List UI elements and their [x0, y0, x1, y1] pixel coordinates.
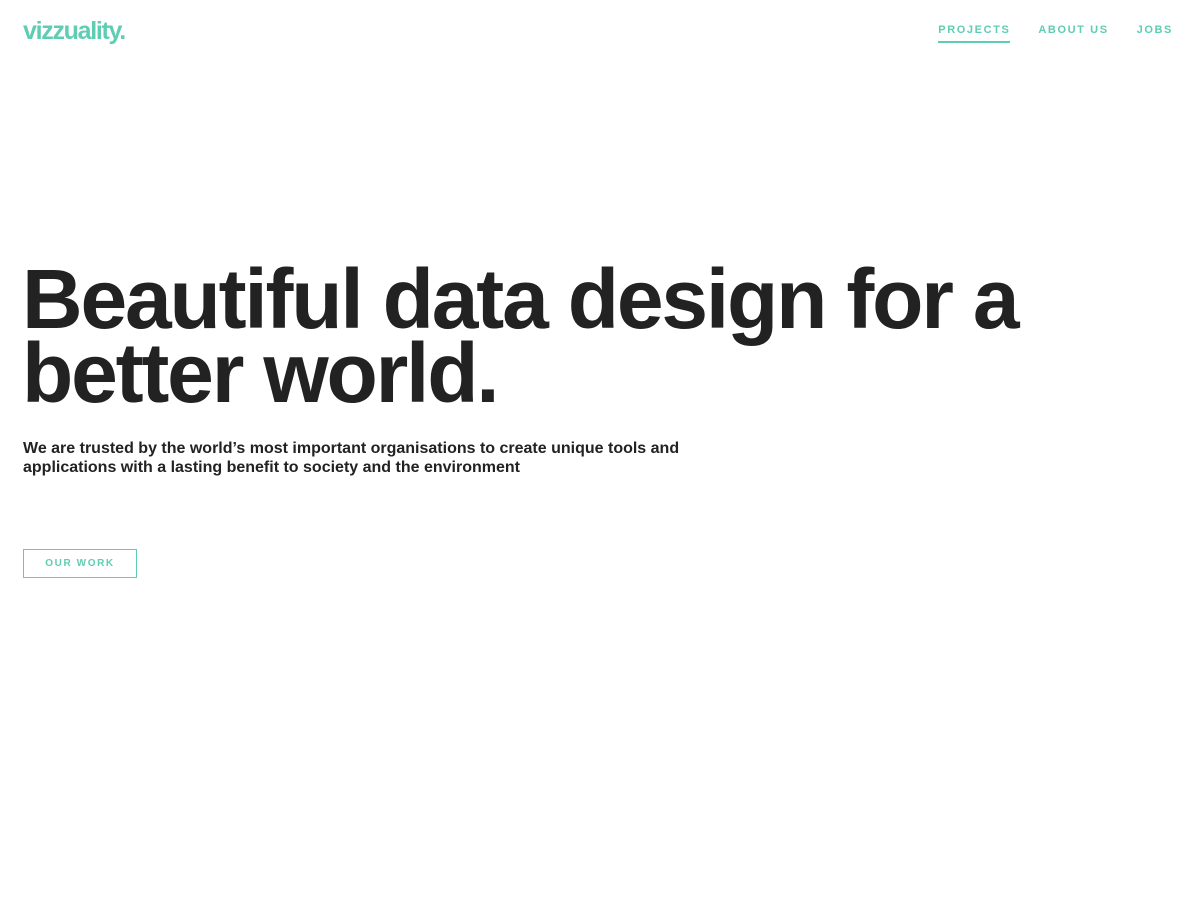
- hero-title: Beautiful data design for a better world…: [22, 252, 1020, 420]
- nav-item-projects[interactable]: PROJECTS: [938, 23, 1011, 43]
- nav-item-jobs[interactable]: JOBS: [1137, 23, 1173, 43]
- our-work-button[interactable]: OUR WORK: [23, 549, 137, 578]
- site-header: vizzuality. PROJECTS ABOUT US JOBS: [0, 0, 1200, 64]
- logo[interactable]: vizzuality.: [23, 15, 126, 47]
- main-nav: PROJECTS ABOUT US JOBS: [938, 23, 1173, 43]
- hero-subtitle: We are trusted by the world’s most impor…: [23, 440, 680, 476]
- nav-item-about-us[interactable]: ABOUT US: [1038, 23, 1108, 43]
